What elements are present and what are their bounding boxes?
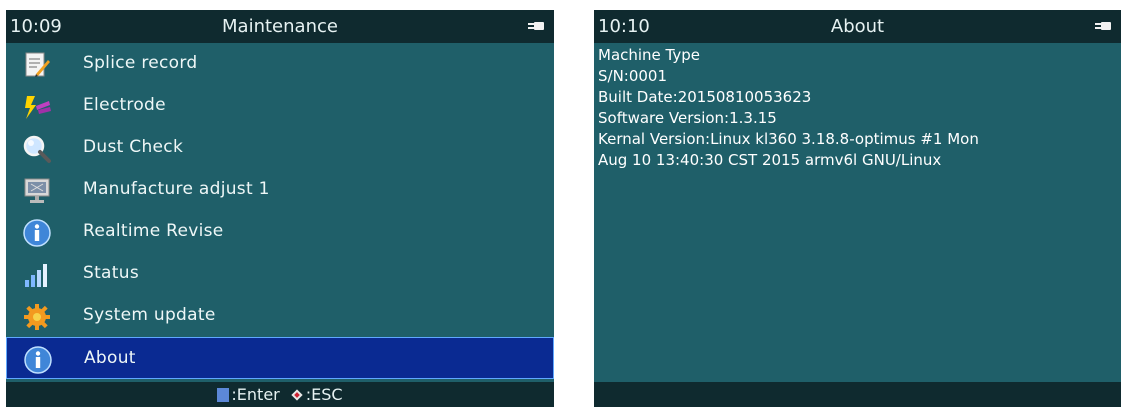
menu-item-label: Electrode <box>83 95 166 115</box>
menu-item-label: System update <box>83 305 216 325</box>
menu-item-about[interactable]: About <box>6 337 554 379</box>
software-version: Software Version:1.3.15 <box>598 109 777 127</box>
menu-item-manufacture-adjust[interactable]: Manufacture adjust 1 <box>6 169 554 211</box>
kernel-version-cont: Aug 10 13:40:30 CST 2015 armv6l GNU/Linu… <box>598 151 942 169</box>
title-bar: 10:10 About <box>594 10 1121 43</box>
signal-bars-icon <box>25 264 47 287</box>
esc-key-icon <box>290 388 304 402</box>
title-bar: 10:09 Maintenance <box>6 10 554 43</box>
menu-item-label: Splice record <box>83 53 198 73</box>
magnifier-icon <box>23 135 51 163</box>
menu-item-label: About <box>84 348 136 368</box>
esc-hint: :ESC <box>305 385 343 404</box>
maintenance-screen: 10:09 Maintenance Splice record Electrod… <box>6 10 554 407</box>
enter-key-icon <box>217 388 230 402</box>
menu-item-system-update[interactable]: System update <box>6 295 554 337</box>
screen-title: Maintenance <box>222 16 338 37</box>
built-date: Built Date:20150810053623 <box>598 88 812 106</box>
electrode-spark-icon <box>25 96 51 119</box>
info-icon <box>23 219 51 247</box>
machine-type: Machine Type <box>598 46 701 64</box>
enter-hint: :Enter <box>231 385 280 404</box>
about-info: Machine Type S/N:0001 Built Date:2015081… <box>598 45 1115 171</box>
maintenance-menu: Splice record Electrode Dust Check Manuf… <box>6 43 554 379</box>
gear-update-icon <box>24 304 50 330</box>
menu-item-label: Realtime Revise <box>83 221 224 241</box>
kernel-version: Kernal Version:Linux kl360 3.18.8-optimu… <box>598 130 979 148</box>
screen-title: About <box>830 16 885 37</box>
menu-item-label: Status <box>83 263 139 283</box>
menu-item-label: Dust Check <box>83 137 184 157</box>
about-screen: 10:10 About Machine Type S/N:0001 Built … <box>594 10 1121 407</box>
monitor-icon <box>24 178 50 203</box>
info-icon <box>24 346 52 374</box>
serial-number: S/N:0001 <box>598 67 668 85</box>
menu-item-splice-record[interactable]: Splice record <box>6 43 554 85</box>
notepad-pencil-icon <box>25 52 50 77</box>
menu-item-label: Manufacture adjust 1 <box>83 179 270 199</box>
menu-item-electrode[interactable]: Electrode <box>6 85 554 127</box>
power-plug-icon <box>1095 22 1111 30</box>
status-bar <box>594 382 1121 407</box>
menu-item-status[interactable]: Status <box>6 253 554 295</box>
key-hint-bar: :Enter :ESC <box>6 382 554 407</box>
power-plug-icon <box>528 22 544 30</box>
menu-item-dust-check[interactable]: Dust Check <box>6 127 554 169</box>
menu-item-realtime-revise[interactable]: Realtime Revise <box>6 211 554 253</box>
